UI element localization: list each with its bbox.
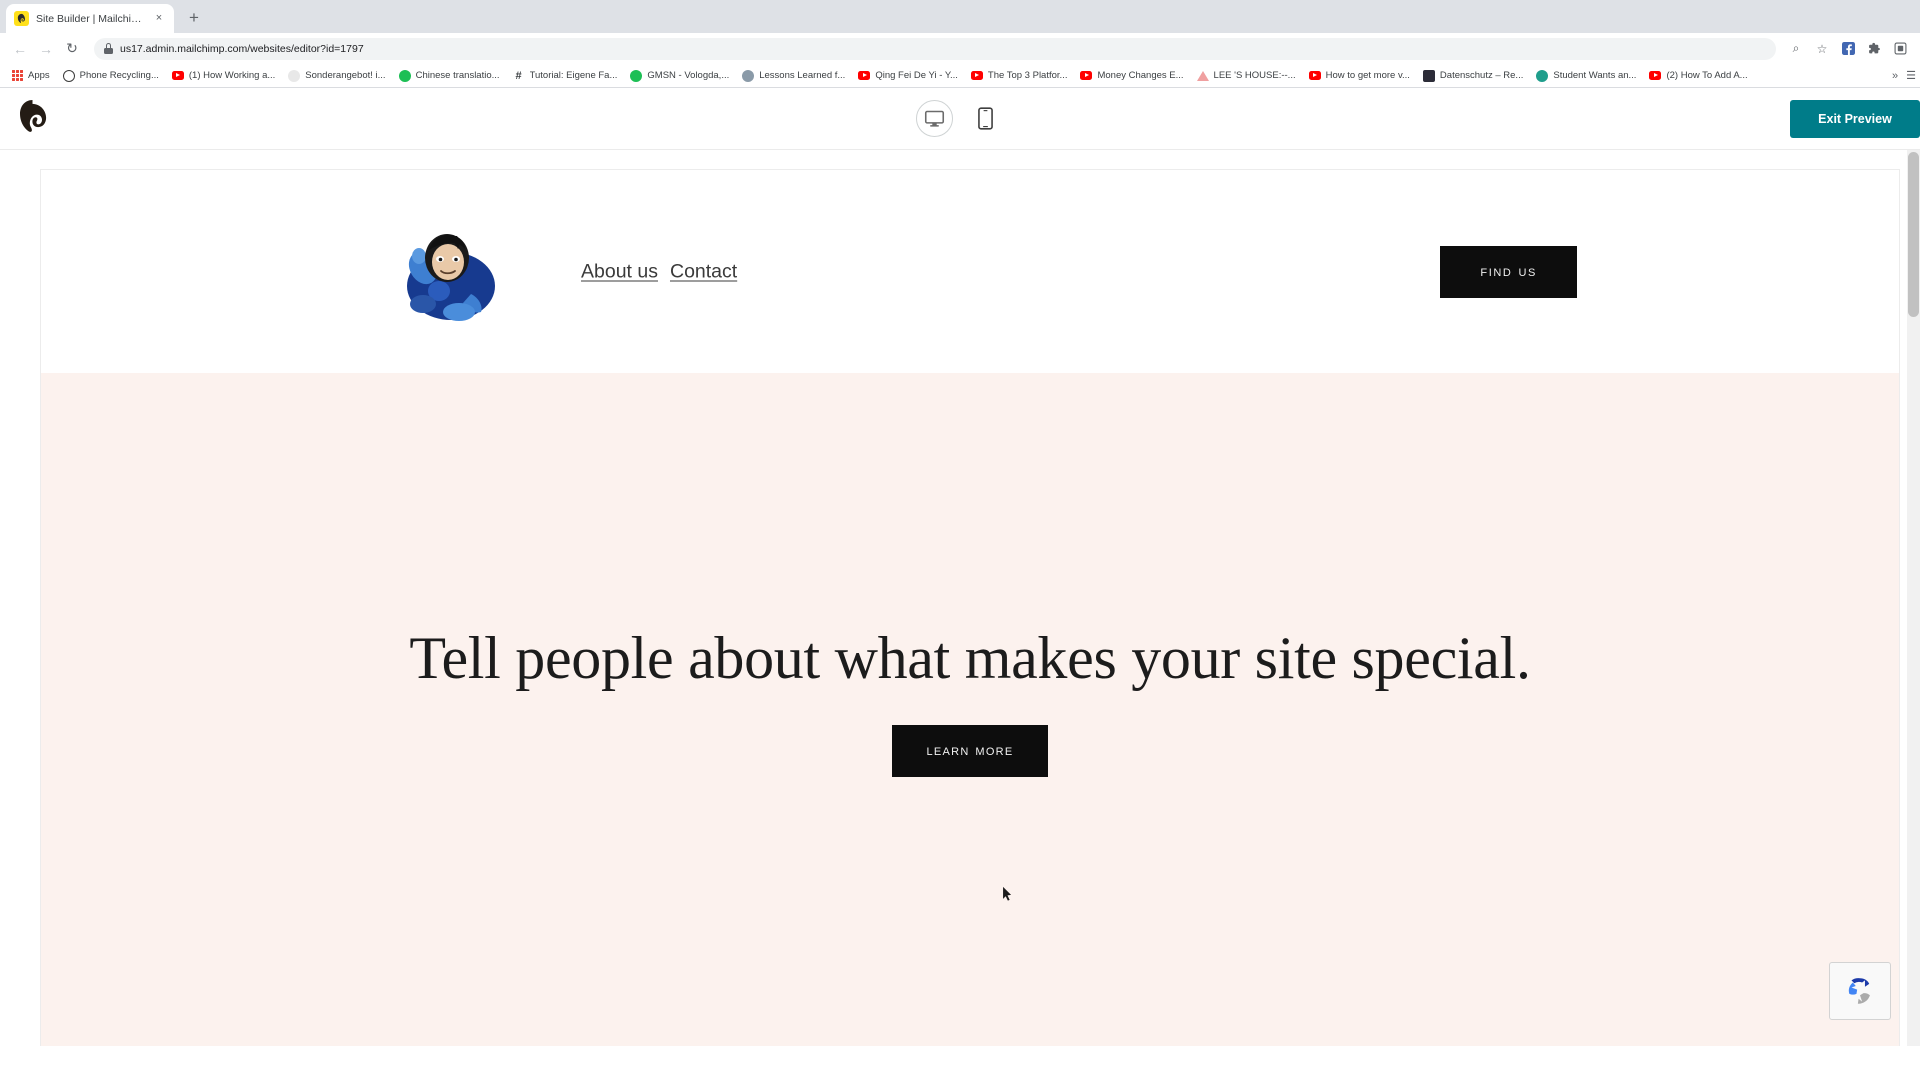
bookmark-favicon-icon xyxy=(62,69,75,82)
forward-button[interactable]: → xyxy=(34,37,58,61)
find-us-button[interactable]: Find Us xyxy=(1440,245,1577,298)
youtube-icon xyxy=(1308,70,1321,82)
bookmark-label: Sonderangebot! i... xyxy=(305,70,386,81)
bookmark-item[interactable]: How to get more v... xyxy=(1303,68,1416,84)
hero-headline: Tell people about what makes your site s… xyxy=(409,625,1531,691)
site-preview-canvas: About us Contact Find Us Tell people abo… xyxy=(0,150,1920,1046)
bookmarks-overflow-button[interactable]: » xyxy=(1892,70,1898,82)
bookmark-favicon-icon xyxy=(1536,69,1549,82)
desktop-view-toggle[interactable] xyxy=(916,100,953,137)
site-nav: About us Contact xyxy=(581,260,737,283)
tab-close-icon[interactable]: × xyxy=(152,12,166,26)
address-bar[interactable]: us17.admin.mailchimp.com/websites/editor… xyxy=(94,37,1776,60)
bookmark-item[interactable]: Phone Recycling... xyxy=(57,68,165,84)
bookmarks-bar: Apps Phone Recycling... (1) How Working … xyxy=(0,64,1920,88)
bookmark-label: LEE 'S HOUSE:--... xyxy=(1213,70,1296,81)
browser-toolbar: ← → ↻ us17.admin.mailchimp.com/websites/… xyxy=(0,33,1920,64)
bookmark-item[interactable]: # Tutorial: Eigene Fa... xyxy=(507,68,624,84)
mailchimp-freddie-logo[interactable] xyxy=(12,96,52,141)
bookmark-label: How to get more v... xyxy=(1325,70,1410,81)
bookmark-item[interactable]: (2) How To Add A... xyxy=(1643,68,1753,84)
extensions-puzzle-icon[interactable] xyxy=(1862,37,1886,61)
bookmark-favicon-icon xyxy=(398,69,411,82)
bookmarks-overflow: » ☰ xyxy=(1892,69,1916,83)
bookmark-item[interactable]: LEE 'S HOUSE:--... xyxy=(1191,68,1302,84)
scrollbar-thumb[interactable] xyxy=(1908,152,1919,317)
youtube-icon xyxy=(171,70,184,82)
hash-icon: # xyxy=(515,69,522,82)
profile-avatar-icon[interactable] xyxy=(1888,37,1912,61)
bookmark-label: Tutorial: Eigene Fa... xyxy=(529,70,618,81)
bookmark-item[interactable]: Qing Fei De Yi - Y... xyxy=(852,68,964,84)
bookmark-apps-label: Apps xyxy=(28,70,50,81)
site-frame: About us Contact Find Us Tell people abo… xyxy=(40,169,1900,1046)
youtube-icon xyxy=(970,70,983,82)
bookmark-favicon-icon xyxy=(1422,69,1435,82)
nav-link-contact[interactable]: Contact xyxy=(670,260,737,283)
site-logo[interactable] xyxy=(393,216,505,328)
triangle-icon xyxy=(1196,70,1209,82)
mobile-view-toggle[interactable] xyxy=(967,100,1004,137)
bookmark-item[interactable]: (1) How Working a... xyxy=(166,68,281,84)
bookmark-label: Student Wants an... xyxy=(1553,70,1637,81)
zoom-search-icon[interactable]: ⌕ xyxy=(1784,37,1808,61)
bookmark-apps-shortcut[interactable]: Apps xyxy=(6,68,56,83)
bookmark-label: Money Changes E... xyxy=(1097,70,1184,81)
reading-list-icon[interactable]: ☰ xyxy=(1906,69,1916,82)
toolbar-right-actions: ⌕ ☆ xyxy=(1784,37,1912,61)
tab-strip: Site Builder | Mailchimp × + xyxy=(0,0,1920,33)
device-preview-toggle xyxy=(916,100,1004,137)
bookmark-label: (1) How Working a... xyxy=(188,70,276,81)
url-text: us17.admin.mailchimp.com/websites/editor… xyxy=(120,42,364,55)
bookmark-label: (2) How To Add A... xyxy=(1666,70,1748,81)
tab-title: Site Builder | Mailchimp xyxy=(36,12,145,25)
bookmark-item[interactable]: Student Wants an... xyxy=(1530,68,1642,84)
bookmark-item[interactable]: Datenschutz – Re... xyxy=(1417,68,1529,84)
bookmark-item[interactable]: Lessons Learned f... xyxy=(736,68,851,84)
mailchimp-favicon-icon xyxy=(14,11,29,26)
bookmark-star-icon[interactable]: ☆ xyxy=(1810,37,1834,61)
new-tab-button[interactable]: + xyxy=(181,5,207,31)
reload-button[interactable]: ↻ xyxy=(60,37,84,61)
bookmark-item[interactable]: Sonderangebot! i... xyxy=(282,68,391,84)
recaptcha-badge[interactable] xyxy=(1829,962,1891,1020)
mailchimp-preview-toolbar: Exit Preview xyxy=(0,88,1920,150)
recaptcha-icon xyxy=(1848,978,1870,1004)
bookmark-item[interactable]: Chinese translatio... xyxy=(393,68,506,84)
youtube-icon xyxy=(858,70,871,82)
bookmark-favicon-icon xyxy=(288,69,301,82)
bookmark-item[interactable]: GMSN - Vologda,... xyxy=(624,68,735,84)
youtube-icon xyxy=(1649,70,1662,82)
bookmark-label: Chinese translatio... xyxy=(415,70,500,81)
back-button[interactable]: ← xyxy=(8,37,32,61)
page-scrollbar[interactable] xyxy=(1907,150,1920,1046)
bookmark-item[interactable]: Money Changes E... xyxy=(1074,68,1189,84)
bookmark-label: Phone Recycling... xyxy=(79,70,159,81)
bookmark-label: The Top 3 Platfor... xyxy=(987,70,1068,81)
site-header: About us Contact Find Us xyxy=(41,170,1899,373)
bookmark-favicon-icon xyxy=(742,69,755,82)
desktop-icon xyxy=(924,110,945,127)
learn-more-button[interactable]: Learn More xyxy=(892,725,1048,777)
browser-tab-site-builder[interactable]: Site Builder | Mailchimp × xyxy=(6,4,174,33)
facebook-extension-icon[interactable] xyxy=(1836,37,1860,61)
bookmark-item[interactable]: The Top 3 Platfor... xyxy=(965,68,1074,84)
bookmark-favicon-icon xyxy=(630,69,643,82)
apps-grid-icon xyxy=(12,70,23,81)
exit-preview-button[interactable]: Exit Preview xyxy=(1790,99,1920,138)
bookmark-label: Datenschutz – Re... xyxy=(1439,70,1524,81)
youtube-icon xyxy=(1080,70,1093,82)
bookmark-label: Qing Fei De Yi - Y... xyxy=(875,70,958,81)
browser-window: Site Builder | Mailchimp × + ← → ↻ us17.… xyxy=(0,0,1920,1080)
nav-link-about-us[interactable]: About us xyxy=(581,260,658,283)
mobile-icon xyxy=(978,107,993,130)
hero-section: Tell people about what makes your site s… xyxy=(41,373,1899,1046)
bookmark-label: GMSN - Vologda,... xyxy=(647,70,730,81)
bookmark-label: Lessons Learned f... xyxy=(759,70,846,81)
lock-icon xyxy=(104,43,113,54)
